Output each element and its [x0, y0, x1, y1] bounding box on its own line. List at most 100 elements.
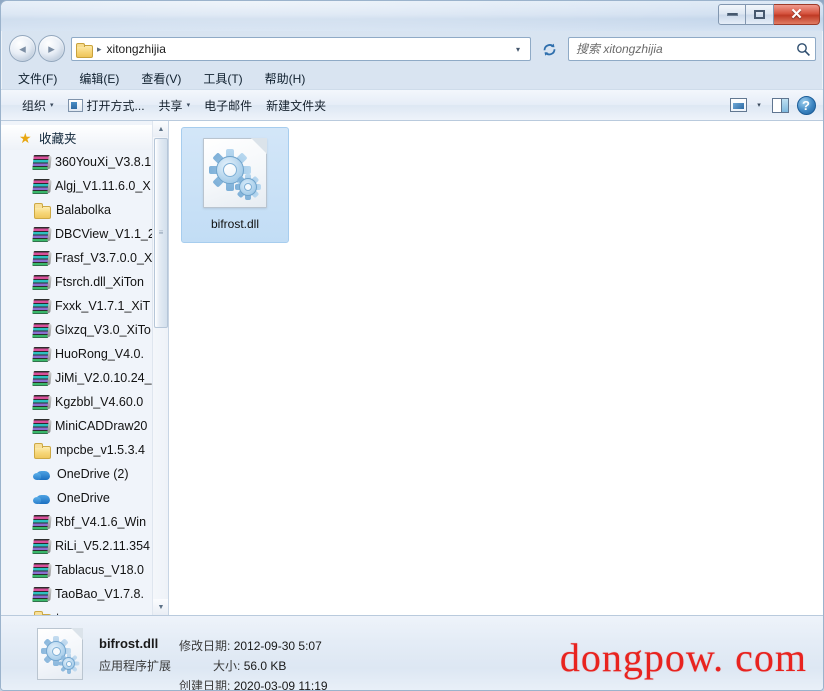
file-item-bifrost-dll[interactable]: bifrost.dll: [181, 127, 289, 243]
menu-file[interactable]: 文件(F): [15, 68, 60, 89]
archive-icon: [32, 370, 50, 386]
sidebar-item[interactable]: Tablacus_V18.0: [1, 558, 153, 582]
sidebar-scrollbar[interactable]: ▲ ≡ ▼: [152, 121, 168, 615]
sidebar-item[interactable]: OneDrive (2): [1, 462, 153, 486]
preview-pane-icon: [771, 97, 789, 113]
chevron-down-icon: ▾: [186, 102, 191, 109]
title-bar: ✕: [1, 1, 823, 31]
sidebar-item[interactable]: RiLi_V5.2.11.354: [1, 534, 153, 558]
menu-tools[interactable]: 工具(T): [200, 68, 245, 89]
sidebar-item-label: Ftsrch.dll_XiTon: [55, 275, 144, 289]
search-icon[interactable]: [796, 42, 811, 57]
cloud-icon: [33, 492, 51, 505]
archive-icon: [32, 226, 50, 242]
back-button[interactable]: ◂: [9, 35, 36, 62]
change-view-button[interactable]: [725, 93, 751, 117]
sidebar-item[interactable]: mpcbe_v1.5.3.4: [1, 438, 153, 462]
details-gear-small: [58, 653, 79, 674]
favorites-header[interactable]: ★ 收藏夹: [1, 125, 153, 150]
details-size-value: 56.0 KB: [243, 659, 287, 673]
search-box[interactable]: [568, 37, 816, 61]
archive-icon: [32, 394, 50, 410]
maximize-icon: [754, 10, 765, 19]
scrollbar-thumb[interactable]: ≡: [154, 138, 168, 328]
archive-icon: [32, 418, 50, 434]
close-button[interactable]: ✕: [774, 4, 820, 25]
help-icon: ?: [796, 95, 816, 115]
menu-help[interactable]: 帮助(H): [262, 68, 309, 89]
archive-icon: [32, 586, 50, 602]
email-button[interactable]: 电子邮件: [197, 93, 259, 118]
open-with-icon: [67, 98, 83, 112]
refresh-button[interactable]: [538, 38, 560, 60]
sidebar-item[interactable]: Fxxk_V1.7.1_XiT: [1, 294, 153, 318]
details-modified-value: 2012-09-30 5:07: [233, 639, 322, 653]
sidebar-item-label: 360YouXi_V3.8.1: [55, 155, 152, 169]
minimize-button[interactable]: [718, 4, 746, 25]
new-folder-button[interactable]: 新建文件夹: [259, 93, 333, 118]
sidebar-item-label: mpcbe_v1.5.3.4: [56, 443, 145, 457]
address-bar[interactable]: ▸ xitongzhijia ▾: [71, 37, 531, 61]
gear-small-hole: [244, 183, 252, 191]
search-input[interactable]: [576, 42, 796, 56]
sidebar-item-label: DBCView_V1.1_2: [55, 227, 153, 241]
email-label: 电子邮件: [204, 98, 253, 113]
help-button[interactable]: ?: [793, 93, 819, 117]
details-size-label: 大小:: [213, 659, 241, 673]
minimize-icon: [726, 13, 738, 16]
maximize-button[interactable]: [746, 4, 774, 25]
sidebar-item-label: TaoBao_V1.7.8.: [55, 587, 144, 601]
sidebar-item[interactable]: Algj_V1.11.6.0_X: [1, 174, 153, 198]
archive-icon: [32, 514, 50, 530]
archive-icon: [32, 178, 50, 194]
archive-icon: [32, 274, 50, 290]
gear-small: [235, 174, 261, 200]
sidebar-item[interactable]: Kgzbbl_V4.60.0: [1, 390, 153, 414]
menu-edit[interactable]: 编辑(E): [76, 68, 122, 89]
file-list-pane[interactable]: bifrost.dll: [169, 121, 823, 615]
change-view-dropdown[interactable]: ▾: [751, 93, 767, 117]
sidebar-item[interactable]: 360YouXi_V3.8.1: [1, 150, 153, 174]
sidebar-item[interactable]: MiniCADDraw20: [1, 414, 153, 438]
scrollbar-grip-icon: ≡: [158, 228, 164, 237]
title-bar-glow: [1, 1, 823, 31]
open-with-button[interactable]: 打开方式...: [61, 93, 152, 118]
scroll-down-button[interactable]: ▼: [153, 599, 168, 615]
sidebar-item-label: HuoRong_V4.0.: [55, 347, 144, 361]
cloud-icon: [33, 468, 51, 481]
sidebar-item[interactable]: tsq: [1, 606, 153, 615]
watermark-text: dongpow. com: [559, 635, 807, 680]
sidebar-item[interactable]: OneDrive: [1, 486, 153, 510]
sidebar-item-label: Tablacus_V18.0: [55, 563, 144, 577]
sidebar-item[interactable]: Balabolka: [1, 198, 153, 222]
menu-view[interactable]: 查看(V): [138, 68, 184, 89]
sidebar-item[interactable]: Ftsrch.dll_XiTon: [1, 270, 153, 294]
sidebar-item[interactable]: Rbf_V4.1.6_Win: [1, 510, 153, 534]
open-with-label: 打开方式...: [86, 98, 145, 113]
sidebar-item-label: RiLi_V5.2.11.354: [55, 539, 150, 553]
sidebar-item[interactable]: TaoBao_V1.7.8.: [1, 582, 153, 606]
sidebar-item-label: MiniCADDraw20: [55, 419, 148, 433]
toolbar: 组织 ▾ 打开方式... 共享 ▾ 电子邮件 新建文件夹 ▾ ?: [1, 89, 823, 121]
share-button[interactable]: 共享 ▾: [152, 93, 198, 118]
sidebar-item[interactable]: DBCView_V1.1_2: [1, 222, 153, 246]
organize-button[interactable]: 组织 ▾: [15, 93, 61, 118]
sidebar-item[interactable]: Glxzq_V3.0_XiTo: [1, 318, 153, 342]
chevron-down-icon[interactable]: ▾: [510, 45, 526, 54]
archive-icon: [32, 298, 50, 314]
view-layout-icon: [729, 98, 747, 112]
preview-pane-button[interactable]: [767, 93, 793, 117]
scroll-up-button[interactable]: ▲: [153, 121, 168, 137]
archive-icon: [32, 538, 50, 554]
sidebar-item[interactable]: JiMi_V2.0.10.24_: [1, 366, 153, 390]
dll-gear-icon: [203, 138, 267, 208]
address-bar-row: ◂ ▸ ▾ ▸ xitongzhijia ▾: [1, 31, 823, 67]
archive-icon: [32, 346, 50, 362]
breadcrumb-current-folder[interactable]: xitongzhijia: [107, 42, 166, 56]
sidebar-item[interactable]: Frasf_V3.7.0.0_X: [1, 246, 153, 270]
explorer-body: ★ 收藏夹 360YouXi_V3.8.1 Algj_V1.11.6.0_X B…: [1, 121, 823, 615]
forward-arrow-icon: ▸: [48, 41, 55, 56]
file-name-label: bifrost.dll: [210, 217, 260, 231]
forward-button[interactable]: ▸: [38, 35, 65, 62]
sidebar-item[interactable]: HuoRong_V4.0.: [1, 342, 153, 366]
